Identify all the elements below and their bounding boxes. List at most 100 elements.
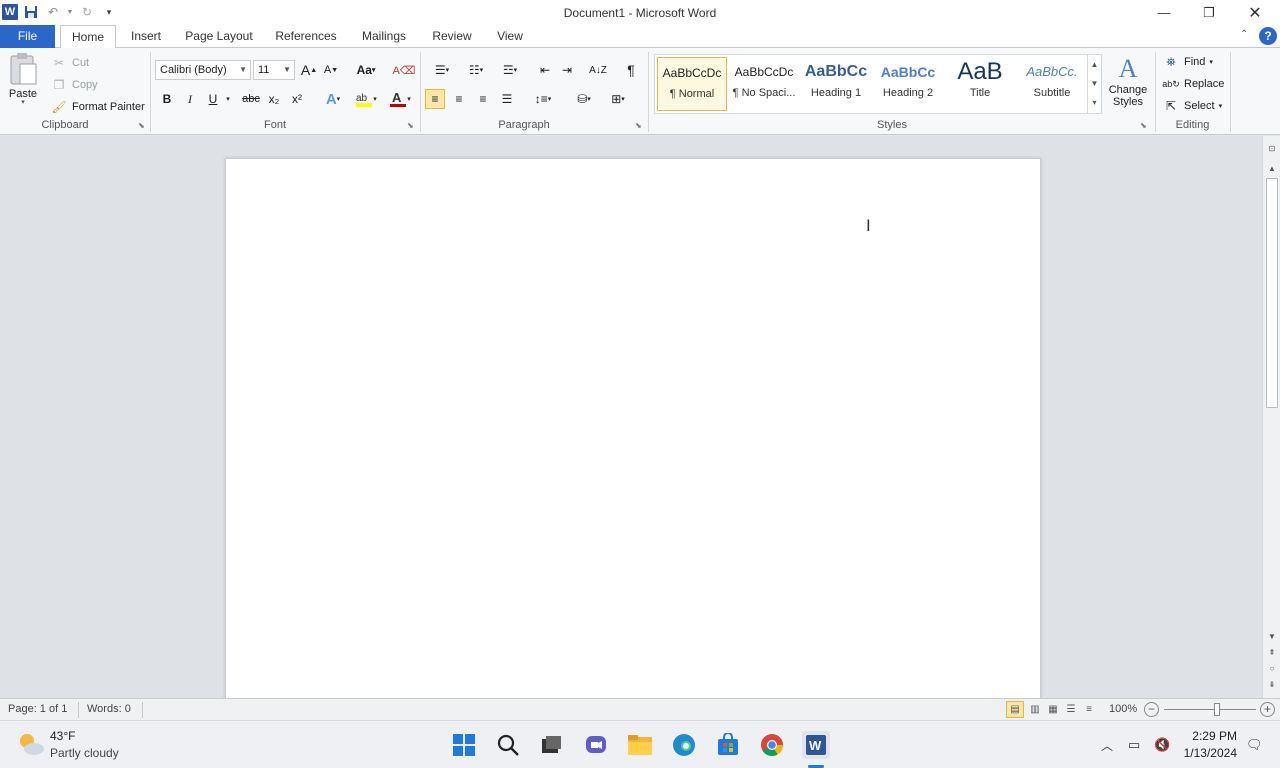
zoom-level[interactable]: 100% (1109, 703, 1137, 715)
style-heading-2[interactable]: AaBbCc Heading 2 (873, 57, 943, 111)
store-icon[interactable] (714, 731, 742, 759)
align-center-button[interactable]: ≡ (449, 89, 469, 109)
chevron-down-icon[interactable]: ▼ (1088, 74, 1101, 93)
weather-description[interactable]: Partly cloudy (50, 746, 119, 760)
strikethrough-button[interactable]: abc (240, 89, 262, 109)
edge-icon[interactable] (670, 731, 698, 759)
style-subtitle[interactable]: AaBbCc. Subtitle (1017, 57, 1087, 111)
chrome-icon[interactable] (758, 731, 786, 759)
full-screen-reading-icon[interactable]: ▥ (1026, 701, 1044, 718)
outline-view-icon[interactable]: ☰ (1062, 701, 1080, 718)
start-icon[interactable] (450, 731, 478, 759)
browse-object-icon[interactable]: ○ (1263, 664, 1280, 678)
tab-review[interactable]: Review (427, 25, 477, 48)
shading-button[interactable]: ⛁ ▾ (570, 89, 598, 109)
help-icon[interactable]: ? (1259, 27, 1277, 45)
decrease-indent-button[interactable]: ⇤ (535, 60, 555, 80)
change-case-button[interactable]: Aa ▾ (352, 60, 380, 80)
paste-button[interactable]: Paste ▾ (8, 52, 38, 106)
style-normal[interactable]: AaBbCcDc ¶ Normal (657, 57, 727, 111)
style-title[interactable]: AaB Title (945, 57, 1015, 111)
style-heading-1[interactable]: AaBbCc Heading 1 (801, 57, 871, 111)
page-count[interactable]: Page: 1 of 1 (8, 703, 67, 715)
bold-button[interactable]: B (157, 89, 177, 109)
print-layout-view-icon[interactable]: ▤ (1006, 701, 1024, 718)
previous-page-icon[interactable]: ⇞ (1263, 648, 1280, 662)
line-spacing-button[interactable]: ↕≡ ▾ (530, 89, 556, 109)
task-view-icon[interactable] (537, 731, 565, 759)
select-button[interactable]: ⇱ Select ▾ (1162, 97, 1222, 115)
change-styles-button[interactable]: A Change Styles (1106, 54, 1150, 108)
more-styles-icon[interactable]: ▾ (1088, 93, 1101, 112)
paragraph-launcher-icon[interactable]: ⬊ (635, 121, 645, 131)
font-size-combo[interactable]: 11 ▼ (253, 60, 295, 80)
tab-page-layout[interactable]: Page Layout (181, 25, 257, 48)
zoom-out-icon[interactable]: − (1144, 702, 1159, 717)
justify-button[interactable]: ☰ (497, 89, 517, 109)
tab-file[interactable]: File (0, 25, 55, 48)
clock-time[interactable]: 2:29 PM (1185, 729, 1237, 743)
subscript-button[interactable]: x₂ (264, 89, 284, 109)
minimize-icon[interactable]: — (1141, 0, 1187, 25)
restore-icon[interactable]: ❐ (1186, 0, 1232, 25)
web-layout-icon[interactable]: ▦ (1044, 701, 1062, 718)
styles-launcher-icon[interactable]: ⬊ (1140, 121, 1150, 131)
align-left-button[interactable]: ≡ (425, 89, 445, 109)
chevron-up-icon[interactable]: ︿ (1101, 737, 1113, 754)
font-color-button[interactable]: A ▾ (385, 89, 415, 109)
draft-view-icon[interactable]: ≡ (1080, 701, 1098, 718)
close-icon[interactable]: ✕ (1232, 0, 1278, 25)
tab-home[interactable]: Home (60, 25, 116, 49)
bullets-button[interactable]: ☰ ▾ (428, 60, 456, 80)
scroll-thumb[interactable] (1266, 178, 1278, 408)
network-icon[interactable]: ▭ (1128, 737, 1140, 753)
replace-button[interactable]: ab↻ Replace (1162, 75, 1224, 93)
scroll-down-icon[interactable]: ▼ (1263, 632, 1280, 646)
clear-formatting-button[interactable]: A⌫ (393, 60, 416, 80)
tab-references[interactable]: References (270, 25, 342, 48)
zoom-slider-thumb[interactable] (1214, 703, 1220, 716)
multilevel-list-button[interactable]: ☲ ▾ (496, 60, 524, 80)
vertical-scrollbar[interactable]: ⊡ ▲ ▼ ⇞ ○ ⇟ (1262, 136, 1280, 698)
document-page[interactable] (225, 158, 1041, 698)
underline-button[interactable]: U (203, 89, 223, 109)
copy-button[interactable]: ❐ Copy (50, 76, 98, 94)
format-painter-button[interactable]: 🖌 Format Painter (50, 98, 144, 116)
clock-date[interactable]: 1/13/2024 (1180, 746, 1237, 760)
weather-temperature[interactable]: 43°F (50, 729, 75, 743)
font-launcher-icon[interactable]: ⬊ (407, 121, 417, 131)
collapse-ribbon-icon[interactable]: ⌃ (1240, 29, 1248, 40)
underline-dropdown-icon[interactable]: ▾ (223, 89, 233, 109)
word-count[interactable]: Words: 0 (87, 703, 131, 715)
tab-insert[interactable]: Insert (124, 25, 168, 48)
find-button[interactable]: ⛯ Find ▾ (1162, 53, 1213, 71)
tab-mailings[interactable]: Mailings (355, 25, 413, 48)
borders-button[interactable]: ⊞ ▾ (604, 89, 632, 109)
font-name-combo[interactable]: Calibri (Body) ▼ (155, 60, 251, 80)
next-page-icon[interactable]: ⇟ (1263, 680, 1280, 694)
tab-view[interactable]: View (492, 25, 528, 48)
highlight-button[interactable]: ab ▾ (350, 89, 382, 109)
italic-button[interactable]: I (180, 89, 200, 109)
weather-icon[interactable] (16, 730, 46, 760)
zoom-in-icon[interactable]: + (1260, 702, 1275, 717)
chevron-up-icon[interactable]: ▲ (1088, 55, 1101, 74)
chat-icon[interactable] (582, 731, 610, 759)
cut-button[interactable]: ✂ Cut (50, 54, 89, 72)
file-explorer-icon[interactable] (626, 731, 654, 759)
show-hide-marks-button[interactable]: ¶ (621, 60, 641, 80)
zoom-slider[interactable] (1164, 709, 1256, 710)
align-right-button[interactable]: ≡ (473, 89, 493, 109)
sort-button[interactable]: A↓Z (588, 60, 608, 80)
ruler-toggle-icon[interactable]: ⊡ (1263, 144, 1280, 158)
notifications-icon[interactable]: 🗨 (1246, 737, 1263, 753)
clipboard-launcher-icon[interactable]: ⬊ (138, 121, 148, 131)
text-effects-button[interactable]: A ▾ (320, 89, 346, 109)
grow-font-button[interactable]: A ▲ (299, 60, 319, 80)
word-icon[interactable]: W (802, 731, 830, 759)
shrink-font-button[interactable]: A ▼ (321, 60, 341, 80)
style-no-spacing[interactable]: AaBbCcDc ¶ No Spaci... (729, 57, 799, 111)
scroll-up-icon[interactable]: ▲ (1263, 164, 1280, 178)
gallery-scroll[interactable]: ▲ ▼ ▾ (1087, 55, 1101, 113)
superscript-button[interactable]: x² (287, 89, 307, 109)
